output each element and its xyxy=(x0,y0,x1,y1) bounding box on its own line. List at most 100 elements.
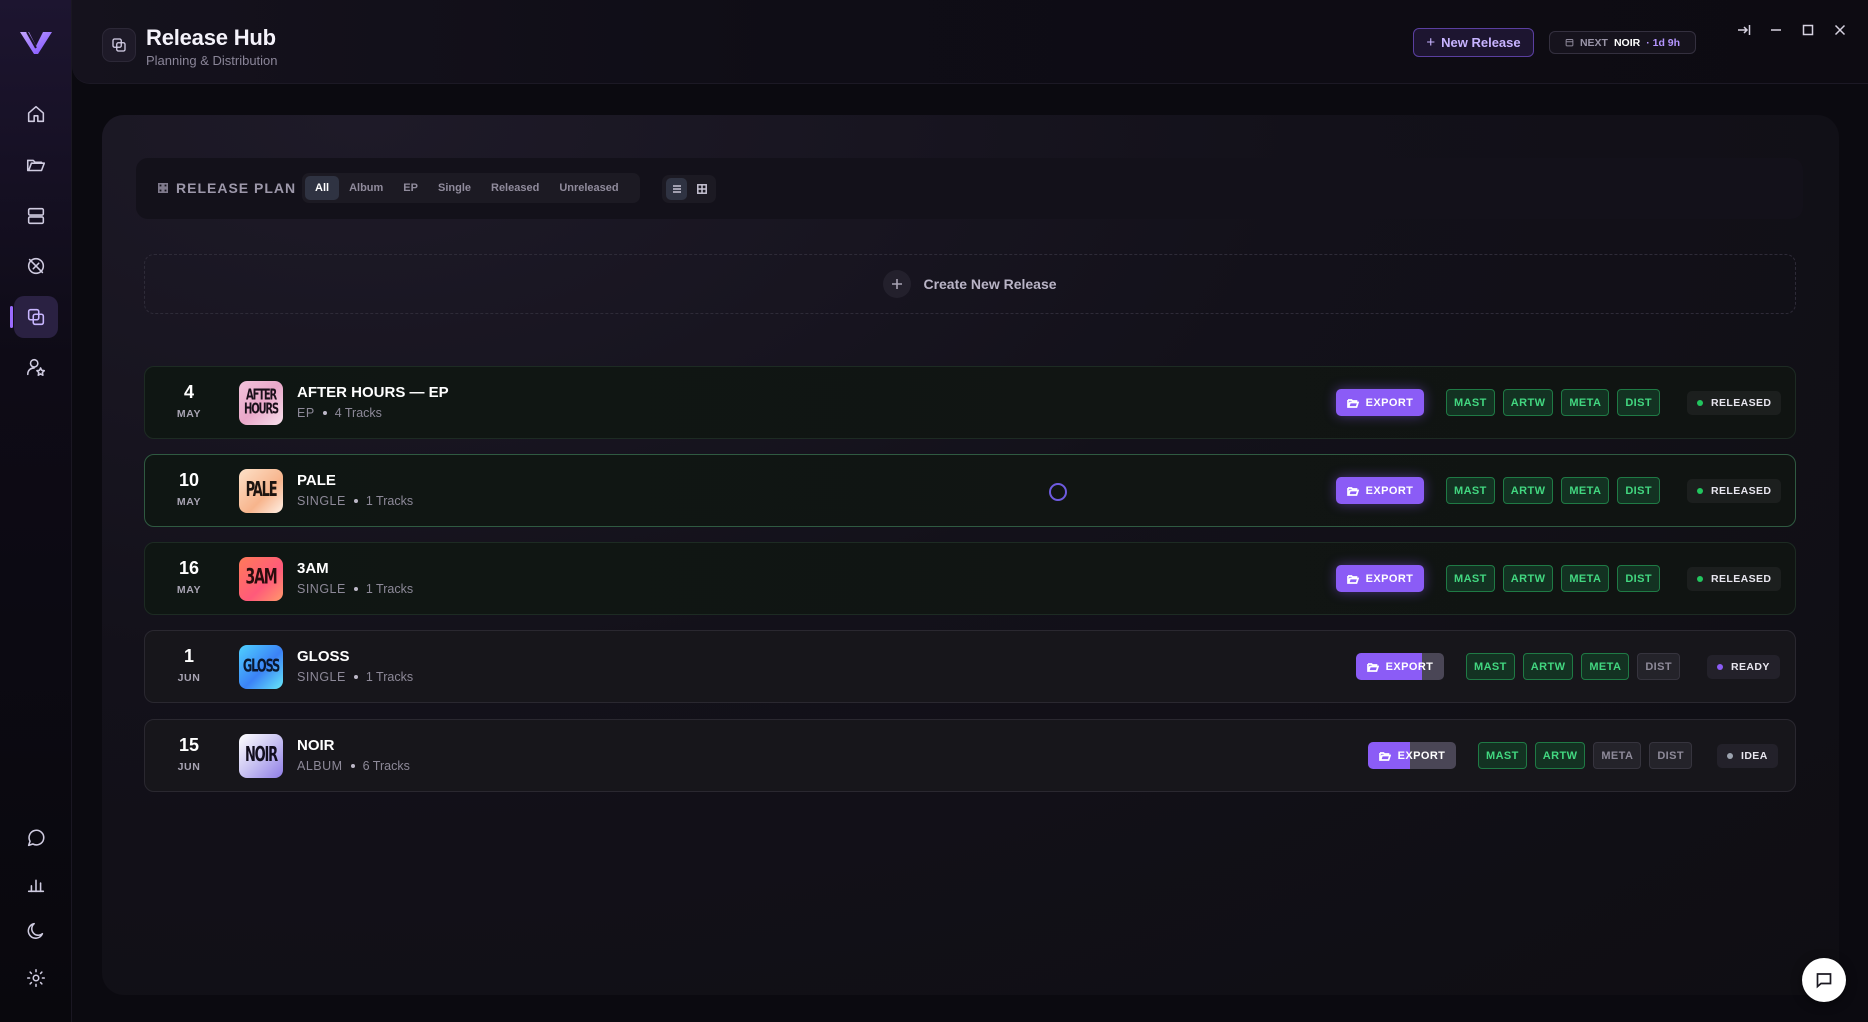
app-header: Release Hub Planning & Distribution + Ne… xyxy=(72,0,1868,84)
maximize-icon xyxy=(1802,24,1814,36)
maximize-button[interactable] xyxy=(1798,20,1818,40)
nav-settings[interactable] xyxy=(14,957,58,999)
release-month: JUN xyxy=(177,672,201,684)
nav-projects[interactable] xyxy=(14,144,58,186)
tag-metadata[interactable]: META xyxy=(1561,389,1610,416)
nav-home[interactable] xyxy=(14,93,58,135)
release-row-gloss[interactable]: 1 JUN GLOSS GLOSS SINGLE 1 Tracks EXPORT… xyxy=(144,630,1796,703)
release-title: AFTER HOURS — EP xyxy=(297,384,449,401)
layers-icon xyxy=(27,308,45,326)
release-month: MAY xyxy=(176,584,202,596)
chat-button[interactable] xyxy=(1802,958,1846,1002)
grid-icon xyxy=(158,183,168,193)
list-icon xyxy=(672,185,681,193)
release-meta: SINGLE 1 Tracks xyxy=(297,494,414,508)
filter-bar: RELEASE PLAN All Album EP Single Release… xyxy=(136,158,1803,219)
tab-single[interactable]: Single xyxy=(428,176,481,200)
export-button[interactable]: EXPORT xyxy=(1336,389,1424,416)
tab-all[interactable]: All xyxy=(305,176,340,200)
nav-analytics[interactable] xyxy=(14,863,58,905)
release-title: GLOSS xyxy=(297,648,350,665)
tag-metadata[interactable]: META xyxy=(1561,565,1610,592)
grid-icon xyxy=(696,184,707,194)
tag-mastering[interactable]: MAST xyxy=(1446,565,1495,592)
release-row-after-hours[interactable]: 4 MAY AFTER HOURS AFTER HOURS — EP EP 4 … xyxy=(144,366,1796,439)
tag-mastering[interactable]: MAST xyxy=(1466,653,1515,680)
grid-view-button[interactable] xyxy=(691,178,712,200)
plus-icon xyxy=(883,270,912,298)
plus-icon: + xyxy=(1426,34,1436,51)
export-button[interactable]: EXPORT xyxy=(1368,742,1456,769)
tag-metadata[interactable]: META xyxy=(1593,742,1642,769)
release-row-3am[interactable]: 16 MAY 3AM 3AM SINGLE 1 Tracks EXPORT MA… xyxy=(144,542,1796,615)
release-day: 15 xyxy=(178,735,200,755)
tag-artwork[interactable]: ARTW xyxy=(1502,477,1554,504)
tag-artwork[interactable]: ARTW xyxy=(1534,742,1586,769)
release-plan-label: RELEASE PLAN xyxy=(158,180,296,196)
release-meta: SINGLE 1 Tracks xyxy=(297,670,414,684)
tag-metadata[interactable]: META xyxy=(1561,477,1610,504)
tag-distribution[interactable]: DIST xyxy=(1617,477,1660,504)
next-label: NEXT xyxy=(1579,36,1608,49)
tag-artwork[interactable]: ARTW xyxy=(1522,653,1574,680)
release-month: MAY xyxy=(176,408,202,420)
tag-mastering[interactable]: MAST xyxy=(1478,742,1527,769)
nav-library[interactable] xyxy=(14,195,58,237)
page-subtitle: Planning & Distribution xyxy=(146,53,278,68)
tag-mastering[interactable]: MAST xyxy=(1446,477,1495,504)
export-button[interactable]: EXPORT xyxy=(1336,477,1424,504)
new-release-button[interactable]: + New Release xyxy=(1413,28,1534,57)
tag-distribution[interactable]: DIST xyxy=(1617,389,1660,416)
export-button[interactable]: EXPORT xyxy=(1356,653,1444,680)
tag-artwork[interactable]: ARTW xyxy=(1502,389,1554,416)
tag-mastering[interactable]: MAST xyxy=(1446,389,1495,416)
list-view-button[interactable] xyxy=(666,178,687,200)
folder-open-icon xyxy=(1346,486,1359,496)
active-indicator xyxy=(10,306,13,328)
next-release-pill[interactable]: NEXT NOIR · 1d 9h xyxy=(1549,31,1696,54)
release-meta: SINGLE 1 Tracks xyxy=(297,582,414,596)
tab-album[interactable]: Album xyxy=(339,176,393,200)
folder-open-icon xyxy=(1366,662,1379,672)
release-month: MAY xyxy=(176,496,202,508)
bar-chart-icon xyxy=(27,879,45,893)
tag-distribution[interactable]: DIST xyxy=(1637,653,1680,680)
disc-off-icon xyxy=(27,257,45,275)
release-day: 10 xyxy=(178,470,200,490)
tab-released[interactable]: Released xyxy=(481,176,549,200)
release-row-noir[interactable]: 15 JUN NOIR NOIR ALBUM 6 Tracks EXPORT M… xyxy=(144,719,1796,792)
release-day: 1 xyxy=(183,646,194,666)
tag-distribution[interactable]: DIST xyxy=(1649,742,1692,769)
tag-distribution[interactable]: DIST xyxy=(1617,565,1660,592)
nav-messages[interactable] xyxy=(14,817,58,859)
tab-ep[interactable]: EP xyxy=(393,176,428,200)
tab-unreleased[interactable]: Unreleased xyxy=(549,176,628,200)
filter-tabs: All Album EP Single Released Unreleased xyxy=(302,173,640,203)
app-logo[interactable] xyxy=(18,26,54,58)
release-artwork: 3AM xyxy=(239,557,283,601)
next-release-countdown: · 1d 9h xyxy=(1646,36,1681,49)
asset-tags: MAST ARTW META DIST xyxy=(1478,742,1692,769)
create-release-button[interactable]: Create New Release xyxy=(144,254,1796,314)
close-button[interactable] xyxy=(1830,20,1850,40)
release-title: 3AM xyxy=(297,560,329,577)
dock-button[interactable] xyxy=(1734,20,1754,40)
export-button[interactable]: EXPORT xyxy=(1336,565,1424,592)
release-row-pale[interactable]: 10 MAY PALE PALE SINGLE 1 Tracks EXPORT … xyxy=(144,454,1796,527)
view-toggle xyxy=(662,175,716,203)
new-release-label: New Release xyxy=(1441,35,1521,50)
nav-contacts[interactable] xyxy=(14,346,58,388)
nav-theme[interactable] xyxy=(14,910,58,952)
tag-metadata[interactable]: META xyxy=(1581,653,1630,680)
arrow-right-to-line-icon xyxy=(1738,25,1751,35)
minimize-button[interactable] xyxy=(1766,20,1786,40)
status-badge: RELEASED xyxy=(1687,567,1782,591)
create-release-label: Create New Release xyxy=(923,276,1057,292)
release-artwork: AFTER HOURS xyxy=(239,381,283,425)
nav-disc[interactable] xyxy=(14,245,58,287)
message-square-icon xyxy=(1816,973,1832,989)
tag-artwork[interactable]: ARTW xyxy=(1502,565,1554,592)
nav-releases[interactable] xyxy=(14,296,58,338)
status-badge: RELEASED xyxy=(1687,479,1782,503)
header-icon xyxy=(102,28,136,62)
